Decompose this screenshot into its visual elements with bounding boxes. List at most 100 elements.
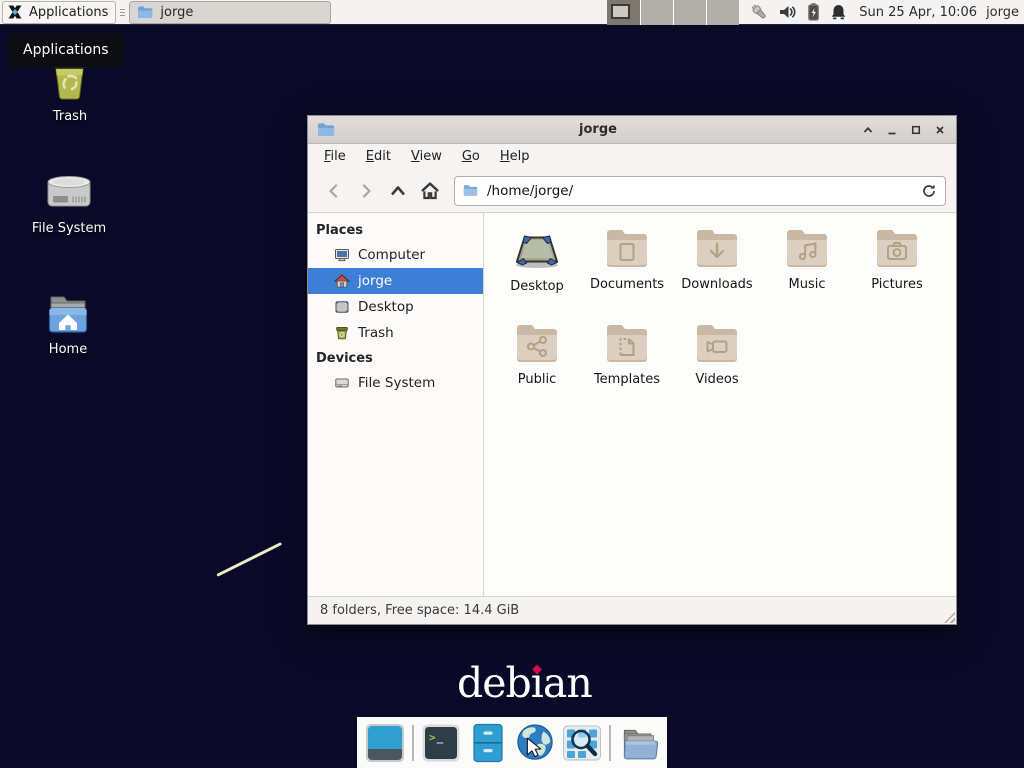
applications-tooltip: Applications	[8, 33, 124, 67]
computer-icon	[334, 247, 350, 263]
desktop-icon-label: Home	[49, 342, 87, 357]
templates-folder-icon	[603, 323, 651, 365]
workspace-2[interactable]	[640, 0, 673, 25]
taskbar-window-label: jorge	[160, 5, 193, 20]
terminal-launcher[interactable]: >_	[421, 723, 461, 763]
desktop-icon	[334, 299, 350, 315]
toolbar	[308, 169, 956, 213]
shade-icon[interactable]	[861, 123, 875, 137]
music-folder-icon	[783, 228, 831, 270]
taskbar-window-button[interactable]: jorge	[129, 1, 331, 24]
show-desktop-button[interactable]	[365, 723, 405, 763]
file-item-public[interactable]: Public	[492, 320, 582, 415]
file-label: Documents	[590, 277, 664, 292]
location-bar[interactable]	[454, 176, 946, 206]
drive-icon	[43, 170, 95, 216]
file-item-downloads[interactable]: Downloads	[672, 225, 762, 320]
workspace-switcher[interactable]	[607, 0, 739, 25]
sidebar-item-label: Trash	[358, 325, 394, 341]
applications-menu-button[interactable]: Applications	[2, 1, 116, 24]
xfce-logo-icon	[6, 3, 24, 21]
menu-help[interactable]: Help	[490, 149, 540, 164]
menu-go[interactable]: Go	[452, 149, 490, 164]
back-button[interactable]	[318, 176, 350, 206]
battery-tray-icon[interactable]	[806, 2, 821, 22]
file-manager-launcher[interactable]	[618, 723, 658, 763]
path-input[interactable]	[485, 182, 914, 200]
file-view: Desktop Documents	[484, 213, 956, 596]
refresh-icon[interactable]	[921, 183, 937, 199]
file-cabinet-launcher[interactable]	[468, 723, 508, 763]
volume-tray-icon[interactable]	[778, 3, 797, 21]
file-item-templates[interactable]: Templates	[582, 320, 672, 415]
workspace-4[interactable]	[706, 0, 739, 25]
applications-menu-label: Applications	[29, 5, 108, 20]
file-cabinet-icon	[470, 723, 506, 763]
window-titlebar[interactable]: jorge	[308, 116, 956, 144]
menu-file[interactable]: File	[314, 149, 356, 164]
workspace-3[interactable]	[673, 0, 706, 25]
panel-username: jorge	[986, 5, 1019, 20]
sidebar-item-file-system[interactable]: File System	[308, 370, 483, 396]
pictures-folder-icon	[873, 228, 921, 270]
menu-view[interactable]: View	[401, 149, 452, 164]
file-item-pictures[interactable]: Pictures	[852, 225, 942, 320]
desktop-icon-label: Trash	[53, 109, 87, 124]
bell-tray-icon[interactable]	[830, 3, 847, 21]
top-panel: Applications jorge	[0, 0, 1024, 25]
file-label: Public	[518, 372, 556, 387]
workspace-window-miniature	[611, 4, 630, 19]
file-label: Desktop	[510, 279, 564, 294]
desktop-special-icon	[513, 228, 561, 272]
plug-tray-icon[interactable]	[749, 2, 769, 22]
panel-clock[interactable]: Sun 25 Apr, 10:06	[859, 5, 977, 20]
desktop-line-artifact	[216, 542, 282, 577]
resize-grip[interactable]	[944, 612, 955, 623]
file-label: Videos	[695, 372, 738, 387]
file-item-music[interactable]: Music	[762, 225, 852, 320]
download-folder-icon	[693, 228, 741, 270]
window-title: jorge	[335, 122, 861, 137]
file-item-documents[interactable]: Documents	[582, 225, 672, 320]
file-label: Templates	[594, 372, 660, 387]
sidebar-item-desktop[interactable]: Desktop	[308, 294, 483, 320]
file-manager-icon	[618, 723, 658, 763]
trash-icon	[334, 325, 350, 341]
close-icon[interactable]	[933, 123, 947, 137]
dock-separator	[609, 725, 611, 761]
sidebar-item-trash[interactable]: Trash	[308, 320, 483, 346]
file-label: Pictures	[871, 277, 922, 292]
file-item-videos[interactable]: Videos	[672, 320, 762, 415]
workspace-1[interactable]	[607, 0, 640, 25]
forward-button[interactable]	[350, 176, 382, 206]
maximize-icon[interactable]	[909, 123, 923, 137]
app-finder-launcher[interactable]	[562, 723, 602, 763]
share-folder-icon	[513, 323, 561, 365]
sidebar-item-computer[interactable]: Computer	[308, 242, 483, 268]
home-icon	[334, 273, 350, 289]
window-controls	[861, 123, 947, 137]
menu-edit[interactable]: Edit	[356, 149, 401, 164]
debian-wallpaper-logo: debıan	[457, 659, 592, 707]
videos-folder-icon	[693, 323, 741, 365]
home-button[interactable]	[414, 176, 446, 206]
sidebar: Places Computer jorge	[308, 213, 484, 596]
up-button[interactable]	[382, 176, 414, 206]
menu-bar: File Edit View Go Help	[308, 144, 956, 169]
web-browser-icon	[515, 722, 555, 764]
web-browser-launcher[interactable]	[515, 723, 555, 763]
sidebar-item-label: Desktop	[358, 299, 414, 315]
desktop-icon-home[interactable]: Home	[18, 291, 118, 357]
file-item-desktop[interactable]: Desktop	[492, 225, 582, 320]
terminal-prompt: >_	[429, 731, 444, 744]
minimize-icon[interactable]	[885, 123, 899, 137]
desktop-icon-file-system[interactable]: File System	[19, 170, 119, 236]
sidebar-item-jorge[interactable]: jorge	[308, 268, 483, 294]
window-folder-icon[interactable]	[317, 122, 335, 137]
status-text: 8 folders, Free space: 14.4 GiB	[320, 603, 519, 618]
sidebar-devices-header: Devices	[308, 346, 483, 370]
home-folder-icon	[43, 291, 93, 337]
system-tray	[749, 2, 847, 22]
file-label: Music	[789, 277, 826, 292]
sidebar-places-header: Places	[308, 218, 483, 242]
